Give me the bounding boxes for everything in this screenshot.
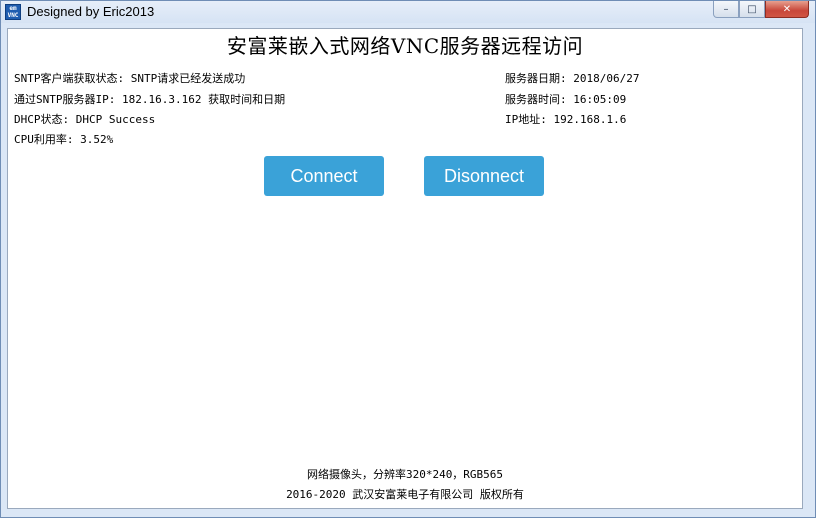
maximize-button[interactable]: □ [739,1,765,18]
app-window: em VNC Designed by Eric2013 – □ ✕ 安富莱嵌入式网… [0,0,816,518]
server-date: 服务器日期: 2018/06/27 [505,72,640,85]
footer-camera-info: 网络摄像头，分辨率320*240，RGB565 [306,468,504,481]
ip-address: IP地址: 192.168.1.6 [505,113,627,126]
close-button[interactable]: ✕ [765,1,809,18]
server-time: 服务器时间: 16:05:09 [505,93,627,106]
sntp-server-ip: 通过SNTP服务器IP: 182.16.3.162 获取时间和日期 [14,93,286,106]
disconnect-button[interactable]: Disonnect [424,156,544,196]
dhcp-status: DHCP状态: DHCP Success [14,113,156,126]
connect-button[interactable]: Connect [264,156,384,196]
window-title: Designed by Eric2013 [27,4,155,19]
title-bar[interactable]: em VNC Designed by Eric2013 – □ ✕ [1,1,815,23]
client-area: 安富莱嵌入式网络VNC服务器远程访问 SNTP客户端获取状态: SNTP请求已经… [7,28,803,509]
app-icon: em VNC [5,4,21,20]
sntp-status: SNTP客户端获取状态: SNTP请求已经发送成功 [14,72,246,85]
cpu-usage: CPU利用率: 3.52% [14,133,114,146]
window-controls: – □ ✕ [713,1,809,19]
footer-copyright: 2016-2020 武汉安富莱电子有限公司 版权所有 [286,488,524,501]
minimize-button[interactable]: – [713,1,739,18]
page-title: 安富莱嵌入式网络VNC服务器远程访问 [226,34,584,58]
